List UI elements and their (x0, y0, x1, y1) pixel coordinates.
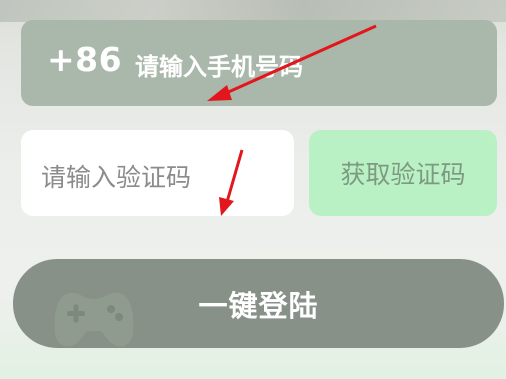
get-code-button[interactable]: 获取验证码 (309, 130, 497, 216)
one-click-login-button[interactable]: 一键登陆 (13, 259, 504, 348)
background-header-strip (0, 0, 506, 22)
phone-input-placeholder: 请输入手机号码 (135, 53, 303, 81)
get-code-label: 获取验证码 (340, 160, 466, 189)
login-button-label: 一键登陆 (198, 288, 319, 323)
phone-input-box[interactable]: +86 请输入手机号码 (21, 20, 497, 106)
country-code[interactable]: +86 (47, 40, 122, 79)
verification-code-input[interactable]: 请输入验证码 (21, 130, 294, 216)
verification-code-placeholder: 请输入验证码 (41, 163, 192, 192)
